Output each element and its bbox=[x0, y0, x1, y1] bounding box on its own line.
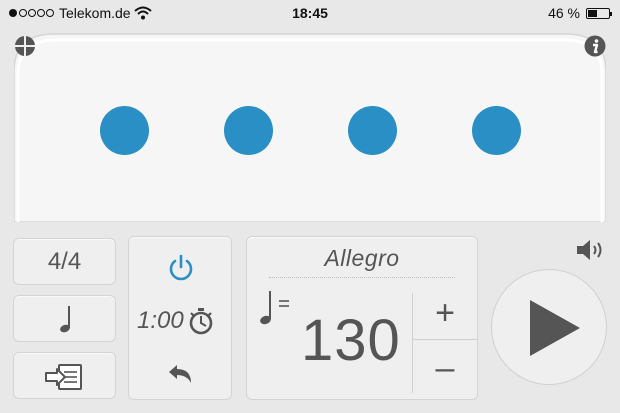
status-bar: Telekom.de 18:45 46 % bbox=[0, 0, 620, 28]
speaker-icon[interactable] bbox=[575, 237, 607, 263]
undo-icon[interactable] bbox=[167, 363, 195, 387]
tempo-decrease-button[interactable]: – bbox=[413, 341, 477, 395]
stepper-divider-horizontal bbox=[413, 339, 477, 340]
timer-row[interactable]: 1:00 bbox=[137, 307, 214, 335]
info-icon[interactable] bbox=[584, 35, 606, 57]
stopwatch-icon bbox=[189, 308, 213, 335]
import-button[interactable] bbox=[13, 352, 116, 399]
beat-dot bbox=[472, 106, 521, 155]
time-signature-button[interactable]: 4/4 bbox=[13, 238, 116, 285]
beat-dot bbox=[224, 106, 273, 155]
battery-level-fill bbox=[588, 9, 598, 17]
status-bar-right: 46 % bbox=[548, 5, 612, 21]
quarter-note-equals-icon bbox=[260, 291, 289, 325]
beat-dot bbox=[348, 106, 397, 155]
timer-value: 1:00 bbox=[137, 307, 184, 334]
play-icon bbox=[530, 300, 580, 356]
beat-dot bbox=[100, 106, 149, 155]
play-button[interactable] bbox=[491, 269, 607, 385]
bpm-value[interactable]: 130 bbox=[301, 307, 401, 374]
quarter-note-icon bbox=[59, 305, 70, 332]
tempo-marking[interactable]: Allegro bbox=[269, 245, 455, 272]
import-file-icon bbox=[44, 363, 82, 390]
timer-panel: 1:00 bbox=[128, 236, 232, 400]
battery-percentage: 46 % bbox=[548, 5, 580, 21]
note-value-button[interactable] bbox=[13, 295, 116, 342]
tempo-divider bbox=[269, 277, 455, 278]
tempo-increase-button[interactable]: + bbox=[413, 287, 477, 339]
globe-icon[interactable] bbox=[14, 35, 36, 57]
power-icon[interactable] bbox=[166, 253, 196, 283]
status-time: 18:45 bbox=[292, 5, 328, 21]
tempo-panel: Allegro 130 + – bbox=[246, 236, 478, 400]
battery-icon bbox=[586, 7, 612, 19]
time-signature-label: 4/4 bbox=[47, 247, 82, 275]
